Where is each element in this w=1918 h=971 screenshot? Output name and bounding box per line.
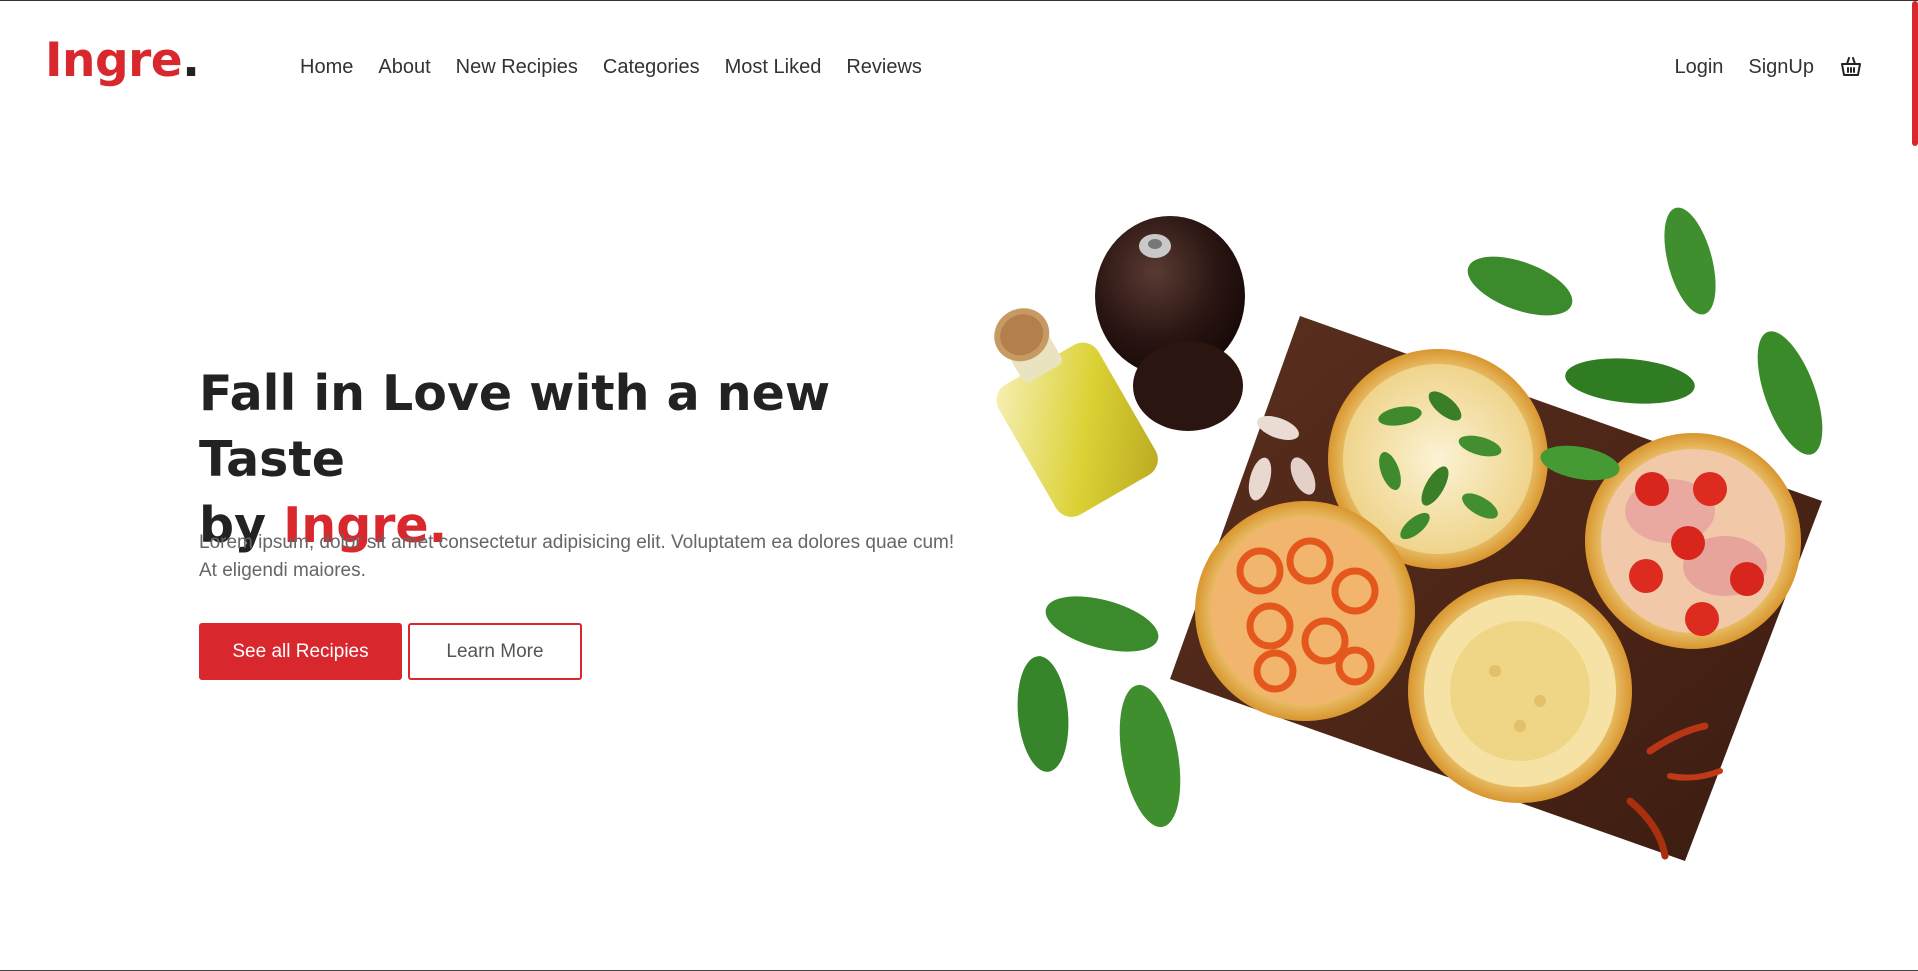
pizza-cheese (1408, 579, 1632, 803)
signup-link[interactable]: SignUp (1748, 53, 1814, 81)
see-all-recipies-button[interactable]: See all Recipies (199, 623, 402, 680)
pizza-peppers (1195, 501, 1415, 721)
auth-links: Login SignUp (1649, 53, 1863, 81)
basket-icon[interactable] (1839, 55, 1863, 79)
hero-description: Lorem ipsum, dolor sit amet consectetur … (199, 532, 955, 581)
logo[interactable]: Ingre. (45, 37, 200, 84)
nav-most-liked[interactable]: Most Liked (725, 53, 822, 81)
hero-title-line1: Fall in Love with a new Taste (199, 365, 831, 488)
logo-dot: . (182, 33, 200, 88)
main-nav: Home About New Recipies Categories Most … (300, 53, 947, 81)
nav-about[interactable]: About (378, 53, 430, 81)
nav-categories[interactable]: Categories (603, 53, 700, 81)
nav-home[interactable]: Home (300, 53, 353, 81)
nav-new-recipies[interactable]: New Recipies (456, 53, 578, 81)
logo-text: Ingre (45, 33, 183, 88)
nav-reviews[interactable]: Reviews (846, 53, 922, 81)
hero-pizza-image (994, 207, 1823, 861)
learn-more-button[interactable]: Learn More (408, 623, 582, 680)
scrollbar-thumb[interactable] (1912, 1, 1918, 146)
page: Ingre. Home About New Recipies Categorie… (0, 0, 1918, 971)
login-link[interactable]: Login (1674, 53, 1723, 81)
